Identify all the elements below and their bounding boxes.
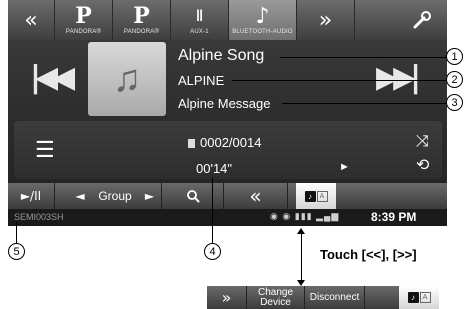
track-number-text: 0002/0014 [200, 135, 262, 150]
elapsed-time: 00'14" [196, 161, 233, 176]
group-next-button[interactable]: ► [138, 183, 162, 209]
source-bluetooth-audio[interactable]: ♪ BLUETOOTH-AUDIO [229, 0, 297, 40]
audio-status-icon: ◉ [282, 211, 292, 221]
media-mode-button[interactable]: ♪ A [399, 286, 439, 309]
double-right-arrow-icon: » [318, 7, 333, 33]
repeat-icon[interactable]: ⟲ [416, 155, 429, 175]
status-icons: ◉ ◉ ▮▮▮ ▂▄▆ [270, 211, 339, 222]
source-pandora-2[interactable]: P PANDORA® [113, 0, 171, 40]
bluetooth-status-icon: ◉ [270, 211, 279, 221]
source-prev-button[interactable]: « [8, 0, 55, 40]
wrench-icon [413, 11, 431, 29]
aux-icon: ǁ [195, 6, 204, 25]
audio-screen: « P PANDORA® P PANDORA® ǁ AUX-1 ♪ BLUETO… [8, 0, 447, 226]
source-aux-1[interactable]: ǁ AUX-1 [171, 0, 229, 40]
shuffle-icon[interactable]: ⤨ [416, 133, 429, 151]
setup-button[interactable] [355, 0, 447, 40]
search-icon [186, 190, 199, 203]
rewind-button[interactable]: « [224, 183, 288, 209]
callout-leader-5 [16, 222, 17, 243]
clock: 8:39 PM [371, 210, 417, 224]
pandora-icon: P [75, 3, 92, 29]
group-label: Group [98, 189, 132, 203]
double-left-arrow-icon: « [24, 7, 38, 33]
forward-button[interactable]: » [207, 286, 247, 309]
music-note-icon: ♫ [112, 57, 142, 100]
bluetooth-music-icon: ♪ [255, 3, 270, 29]
callout-leader-1 [280, 57, 446, 58]
list-icon[interactable]: ☰ [35, 137, 55, 163]
callout-leader-2 [232, 80, 446, 81]
control-bar: ►/II ◄ Group ► « ♪ A [8, 183, 447, 209]
callout-leader-4 [212, 177, 213, 243]
note-a-icon: ♪ A [304, 190, 328, 202]
prev-track-button[interactable]: |◀◀ [30, 60, 75, 95]
disconnect-button[interactable]: Disconnect [305, 286, 365, 309]
alternate-control-bar: » Change Device Disconnect ♪ A [207, 286, 439, 309]
source-next-button[interactable]: » [297, 0, 355, 40]
callout-5: 5 [8, 243, 25, 260]
callout-2: 2 [446, 71, 463, 88]
search-button[interactable] [162, 183, 224, 209]
play-pause-button[interactable]: ►/II [8, 183, 55, 209]
track-number: 0002/0014 [188, 135, 261, 150]
battery-icon: ▮▮▮ [294, 211, 313, 221]
file-icon [188, 139, 195, 148]
touch-note: Touch [<<], [>>] [320, 247, 417, 262]
artist-name: ALPINE [178, 73, 225, 88]
group-prev-button[interactable]: ◄ [68, 183, 92, 209]
album-artwork: ♫ [88, 42, 166, 116]
change-device-button[interactable]: Change Device [247, 286, 305, 309]
source-label: PANDORA® [123, 29, 160, 35]
signal-icon: ▂▄▆ [316, 211, 340, 221]
touch-arrow [301, 230, 302, 284]
song-title: Alpine Song [178, 47, 265, 64]
source-label: AUX-1 [190, 29, 209, 35]
device-name: SEMI003SH [14, 212, 64, 222]
note-a-icon: ♪ A [407, 292, 431, 303]
callout-1: 1 [446, 48, 463, 65]
pandora-bluetooth-icon: P [133, 3, 150, 29]
callout-leader-3 [282, 103, 446, 104]
source-pandora-1[interactable]: P PANDORA® [55, 0, 113, 40]
next-track-button[interactable]: ▶▶| [376, 60, 421, 95]
callout-4: 4 [204, 243, 221, 260]
callout-3: 3 [446, 94, 463, 111]
source-label: BLUETOOTH-AUDIO [232, 29, 293, 35]
source-bar: « P PANDORA® P PANDORA® ǁ AUX-1 ♪ BLUETO… [8, 0, 447, 40]
playing-indicator-icon: ► [339, 161, 350, 173]
arrow-up-icon [297, 228, 305, 234]
album-name: Alpine Message [178, 96, 271, 111]
media-mode-button[interactable]: ♪ A [296, 183, 336, 209]
source-label: PANDORA® [65, 29, 102, 35]
